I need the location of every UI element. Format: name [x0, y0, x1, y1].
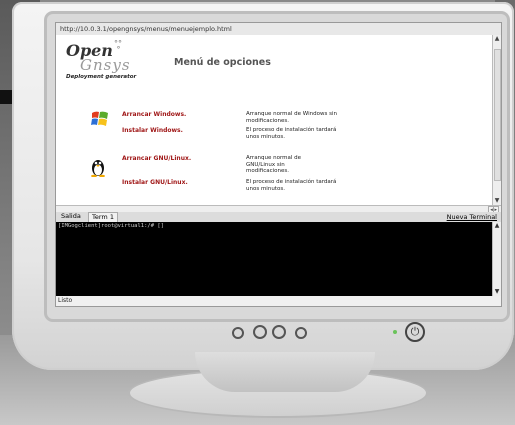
- option-desc-instalar-linux: El proceso de instalación tardará unos m…: [246, 179, 337, 192]
- scroll-down-icon[interactable]: ▼: [493, 197, 501, 205]
- monitor-button-2[interactable]: [253, 325, 267, 339]
- windows-icon[interactable]: [90, 109, 110, 129]
- page-title: Menú de opciones: [174, 57, 271, 68]
- monitor-stand-neck: [195, 352, 375, 392]
- logo-line2: Gnsys: [80, 56, 131, 74]
- option-instalar-windows[interactable]: Instalar Windows.: [122, 127, 183, 134]
- option-desc-instalar-windows: El proceso de instalación tardará unos m…: [246, 127, 337, 140]
- monitor-button-3[interactable]: [272, 325, 286, 339]
- status-bar: Listo: [56, 296, 501, 306]
- option-instalar-linux[interactable]: Instalar GNU/Linux.: [122, 179, 188, 186]
- scroll-up-icon[interactable]: ▲: [493, 35, 501, 43]
- monitor-button-1[interactable]: [232, 327, 244, 339]
- option-arrancar-windows[interactable]: Arrancar Windows.: [122, 111, 186, 118]
- scroll-thumb[interactable]: [494, 49, 501, 181]
- opengnsys-logo: Open Gnsys Deployment generator: [66, 41, 136, 80]
- browser-content: Open Gnsys Deployment generator °° ° Men…: [56, 35, 493, 205]
- terminal-scrollbar[interactable]: ▲ ▼: [492, 222, 501, 296]
- terminal-scroll-up-icon[interactable]: ▲: [493, 222, 501, 230]
- option-desc-arrancar-linux: Arranque normal de GNU/Linux sin modific…: [246, 155, 302, 174]
- monitor-button-4[interactable]: [295, 327, 307, 339]
- power-icon[interactable]: ⏻: [405, 322, 425, 342]
- tux-icon[interactable]: [89, 157, 107, 177]
- monitor-screen: http://10.0.3.1/opengnsys/menus/menuejem…: [55, 22, 502, 307]
- tab-salida[interactable]: Salida: [58, 212, 84, 221]
- url-bar[interactable]: http://10.0.3.1/opengnsys/menus/menuejem…: [56, 23, 501, 35]
- browser-vertical-scrollbar[interactable]: ▲ ▼: [492, 35, 501, 205]
- tab-term1[interactable]: Term 1: [88, 212, 118, 222]
- terminal-scroll-down-icon[interactable]: ▼: [493, 288, 501, 296]
- terminal-tabs: Salida Term 1 Nueva Terminal: [56, 212, 501, 222]
- option-desc-arrancar-windows: Arranque normal de Windows sin modificac…: [246, 111, 337, 124]
- logo-circles-icon: °° °: [114, 39, 122, 54]
- new-terminal-button[interactable]: Nueva Terminal: [447, 212, 497, 222]
- terminal-output[interactable]: [IMGogclient]root@virtual1:/# []: [56, 222, 493, 296]
- terminal-prompt: [IMGogclient]root@virtual1:/# []: [58, 223, 164, 229]
- option-arrancar-linux[interactable]: Arrancar GNU/Linux.: [122, 155, 191, 162]
- power-led: [393, 330, 397, 334]
- logo-tagline: Deployment generator: [66, 74, 137, 80]
